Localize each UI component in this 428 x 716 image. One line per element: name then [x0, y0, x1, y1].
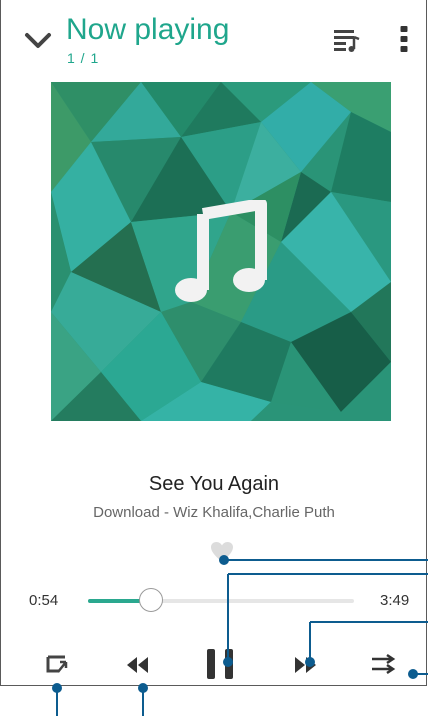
shuffle-icon	[372, 653, 396, 675]
page-title: Now playing	[66, 13, 230, 46]
shuffle-button[interactable]	[370, 653, 398, 675]
track-title: See You Again	[148, 473, 280, 495]
fast-forward-icon	[295, 657, 316, 673]
rewind-icon	[127, 657, 148, 673]
seek-bar[interactable]	[88, 588, 354, 612]
album-art	[51, 82, 391, 421]
repeat-button[interactable]	[45, 653, 71, 677]
chevron-down-icon	[25, 33, 51, 48]
next-button[interactable]	[292, 655, 318, 675]
total-time: 3:49	[380, 592, 410, 609]
seek-thumb[interactable]	[138, 588, 163, 612]
more-options-button[interactable]	[394, 22, 414, 56]
collapse-button[interactable]	[20, 22, 56, 58]
music-note-icon	[175, 200, 267, 302]
playlist-music-icon	[334, 30, 360, 52]
previous-button[interactable]	[125, 655, 151, 675]
favorite-button[interactable]	[210, 541, 234, 563]
queue-position: 1 / 1	[67, 50, 100, 66]
playlist-button[interactable]	[332, 24, 362, 54]
repeat-icon	[46, 655, 68, 673]
track-artist: Download - Wiz Khalifa,Charlie Puth	[93, 504, 335, 521]
current-time: 0:54	[29, 592, 59, 609]
header: Now playing 1 / 1	[0, 0, 428, 72]
heart-icon	[211, 542, 233, 562]
more-vert-icon	[400, 26, 408, 52]
pause-icon	[207, 649, 233, 679]
pause-button[interactable]	[204, 647, 236, 681]
